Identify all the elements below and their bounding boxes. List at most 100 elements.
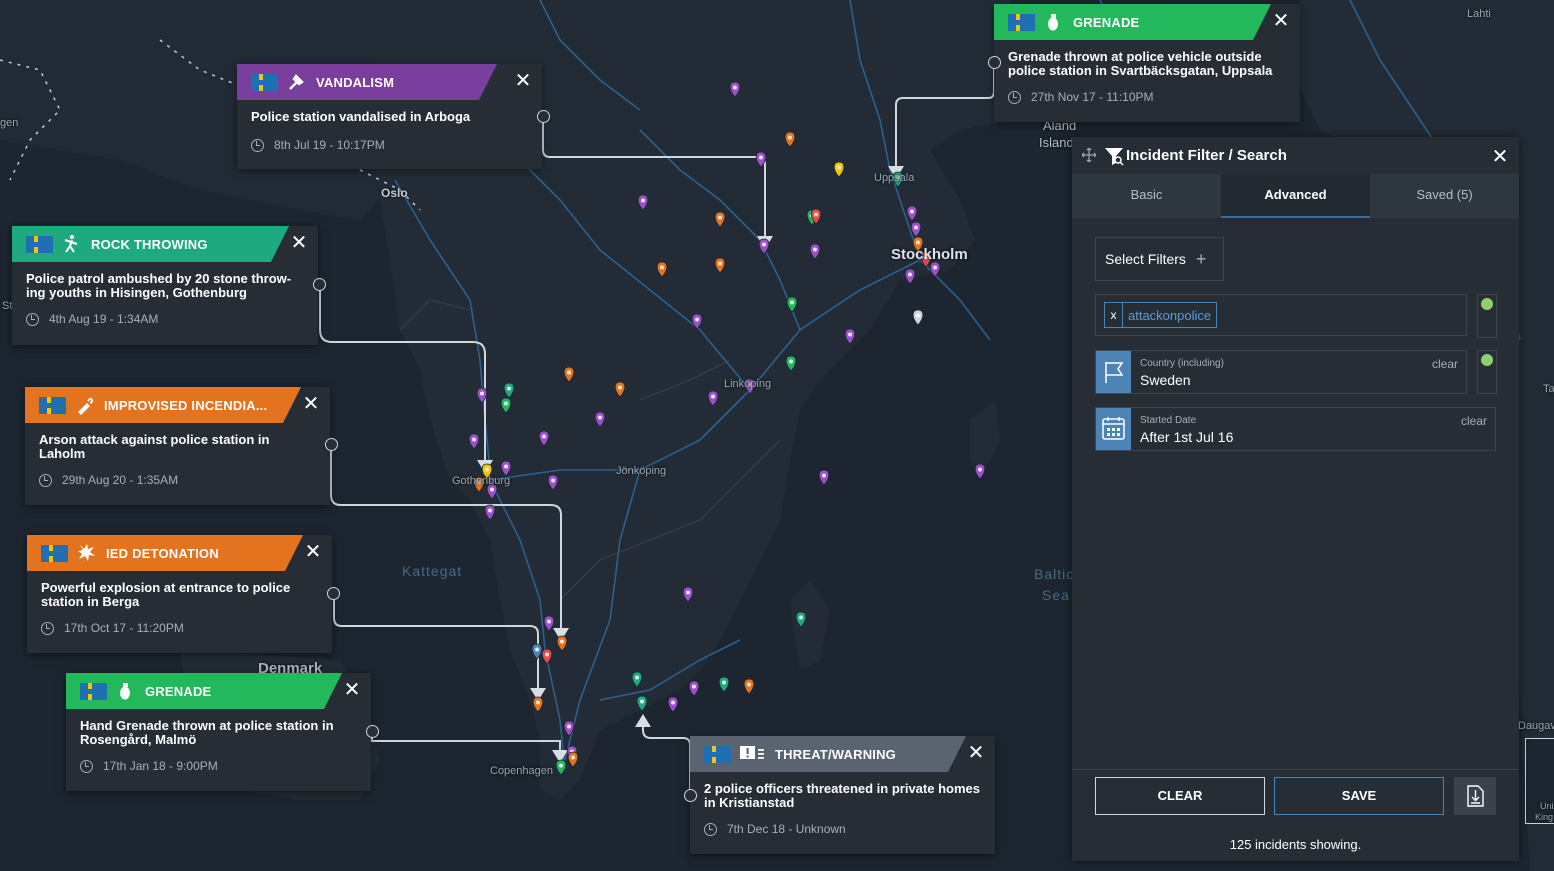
map-label-gothenburg: Gothenburg: [452, 475, 511, 487]
close-icon[interactable]: ✕: [341, 679, 363, 701]
clear-date-link[interactable]: clear: [1461, 414, 1487, 428]
tab-saved[interactable]: Saved (5): [1370, 174, 1519, 218]
incident-card-grenade-malmo[interactable]: GRENADE ✕ Hand Grenade thrown at police …: [66, 673, 371, 791]
incident-pin-dot: [490, 487, 494, 492]
map-label-islands: Islands: [1039, 135, 1072, 150]
incident-pin-dot: [692, 684, 696, 689]
close-icon[interactable]: ✕: [288, 232, 310, 254]
clear-country-link[interactable]: clear: [1432, 357, 1458, 371]
incident-pin-dot: [536, 700, 540, 705]
close-icon[interactable]: ✕: [512, 70, 534, 92]
card-description: Police station vandalised in Arboga: [251, 109, 471, 124]
move-icon[interactable]: [1082, 148, 1096, 162]
incident-pin-dot: [535, 647, 539, 652]
close-icon[interactable]: ✕: [1489, 144, 1511, 169]
incident-card-ied[interactable]: IED DETONATION ✕ Powerful explosion at e…: [27, 535, 332, 653]
filter-tag: x attackonpolice: [1104, 302, 1218, 328]
tag-filter-toggle[interactable]: [1477, 294, 1497, 338]
incident-pin-dot: [718, 215, 722, 220]
incident-pin-dot: [837, 165, 841, 170]
card-type-label: IED DETONATION: [106, 545, 219, 561]
card-time: 4th Aug 19 - 1:34AM: [49, 312, 159, 326]
card-time: 8th Jul 19 - 10:17PM: [274, 138, 385, 152]
card-type-label: ROCK THROWING: [91, 236, 208, 252]
incident-card-grenade-uppsala[interactable]: GRENADE ✕ Grenade thrown at police vehic…: [994, 4, 1300, 122]
incident-pin-dot: [908, 272, 912, 277]
panel-title: Incident Filter / Search: [1126, 147, 1287, 164]
card-time: 29th Aug 20 - 1:35AM: [62, 473, 179, 487]
map-label-edge-st: St: [2, 300, 13, 312]
connector-handle[interactable]: [988, 56, 1001, 69]
incident-pin-dot: [671, 700, 675, 705]
clock-icon: [704, 822, 717, 836]
incident-pin-dot: [799, 615, 803, 620]
close-icon[interactable]: ✕: [302, 541, 324, 563]
card-time: 7th Dec 18 - Unknown: [727, 822, 846, 836]
sweden-flag-icon: [704, 745, 731, 763]
card-description: Grenade thrown at police vehicle outside…: [1008, 49, 1273, 78]
date-filter-row[interactable]: Started Date After 1st Jul 16 clear: [1095, 407, 1496, 451]
incident-count: 125 incidents showing.: [1229, 837, 1362, 852]
download-button[interactable]: [1454, 777, 1496, 815]
incident-pin-dot: [472, 437, 476, 442]
tab-advanced[interactable]: Advanced: [1221, 174, 1370, 218]
country-filter-toggle[interactable]: [1477, 350, 1497, 394]
connector-handle[interactable]: [684, 789, 697, 802]
country-filter-row[interactable]: Country (including) Sweden clear: [1095, 350, 1467, 394]
select-filters-button[interactable]: Select Filters +: [1095, 237, 1224, 281]
connector-handle[interactable]: [327, 587, 340, 600]
incident-filter-panel: Incident Filter / Search ✕ Basic Advance…: [1072, 137, 1519, 861]
incident-pin-dot: [571, 755, 575, 760]
incident-pin-dot: [641, 198, 645, 203]
rock-thrower-icon: [64, 235, 78, 253]
panel-divider: [1072, 769, 1519, 770]
select-filters-label: Select Filters: [1105, 251, 1186, 267]
close-icon[interactable]: ✕: [1270, 10, 1292, 32]
incident-pin-dot: [711, 394, 715, 399]
clock-icon: [1008, 90, 1021, 104]
card-description: Arson attack against police station in L…: [39, 432, 270, 461]
card-type-label: GRENADE: [145, 683, 212, 699]
tab-basic[interactable]: Basic: [1072, 174, 1221, 218]
minimap-label-1: Uni: [1540, 801, 1554, 811]
close-icon[interactable]: ✕: [965, 742, 987, 764]
incident-card-vandalism[interactable]: VANDALISM ✕ Police station vandalised in…: [237, 64, 542, 169]
connector-handle[interactable]: [537, 110, 550, 123]
card-type-label: IMPROVISED INCENDIA...: [104, 397, 268, 413]
sweden-flag-icon: [1008, 13, 1035, 31]
sweden-flag-icon: [39, 396, 66, 414]
incident-pin-dot: [598, 415, 602, 420]
connector-handle[interactable]: [366, 725, 379, 738]
incident-pin-dot: [933, 265, 937, 270]
country-filter-label: Country (including): [1140, 358, 1224, 369]
incident-pin-dot: [480, 391, 484, 396]
incident-card-incendiary[interactable]: IMPROVISED INCENDIA... ✕ Arson attack ag…: [25, 387, 330, 505]
minimap-label-2: King: [1535, 812, 1554, 822]
incident-pin-dot: [790, 300, 794, 305]
toggle-on-indicator: [1481, 354, 1493, 366]
incident-pin-dot: [718, 261, 722, 266]
connector-handle[interactable]: [313, 278, 326, 291]
calendar-icon: [1096, 408, 1131, 450]
map-label-kattegat: Kattegat: [402, 563, 463, 579]
incident-pin-dot: [545, 652, 549, 657]
toggle-on-indicator: [1481, 298, 1493, 310]
card-description: Police patrol ambushed by 20 stone throw…: [26, 271, 292, 300]
tag-filter-row[interactable]: x attackonpolice: [1095, 294, 1467, 336]
close-icon[interactable]: ✕: [300, 393, 322, 415]
connector-handle[interactable]: [325, 438, 338, 451]
incident-pin-dot: [822, 473, 826, 478]
incident-card-rock-throwing[interactable]: ROCK THROWING ✕ Police patrol ambushed b…: [12, 226, 318, 345]
save-button[interactable]: SAVE: [1274, 777, 1444, 815]
clear-button[interactable]: CLEAR: [1095, 777, 1265, 815]
map-label-copenhagen: Copenhagen: [490, 765, 554, 777]
incident-card-threat[interactable]: THREAT/WARNING ✕ 2 police officers threa…: [690, 736, 995, 854]
sweden-flag-icon: [26, 235, 53, 253]
incident-pin-dot: [635, 675, 639, 680]
incident-pin-dot: [686, 590, 690, 595]
minimap[interactable]: Uni King: [1525, 738, 1554, 824]
remove-tag-button[interactable]: x: [1105, 303, 1123, 327]
warning-message-icon: [740, 746, 764, 759]
card-description: 2 police officers threatened in private …: [704, 781, 980, 810]
incident-pin-dot: [485, 467, 489, 472]
